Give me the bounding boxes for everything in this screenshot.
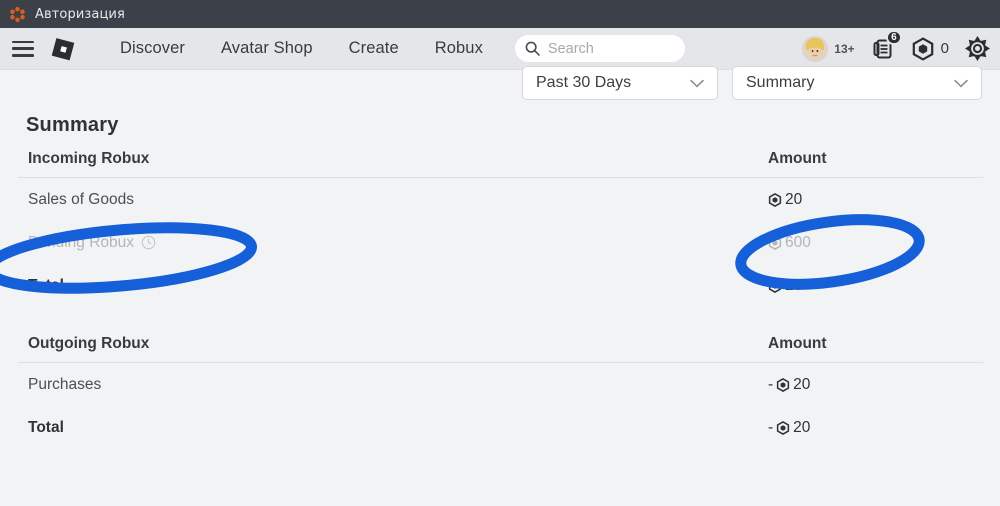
roblox-logo-icon[interactable] [50,35,78,63]
row-label-incoming-total: Total [28,276,64,294]
table-row: Pending Robux 600 [18,221,983,264]
robux-icon [912,36,933,61]
nav-link-robux[interactable]: Robux [417,39,501,58]
table-row: Sales of Goods 20 [18,178,983,221]
table-row: Purchases - 20 [18,363,983,406]
robux-icon [777,377,790,392]
row-amount-incoming-total: 20 [768,277,973,295]
gear-icon[interactable] [965,36,990,61]
search-placeholder: Search [547,40,594,57]
notifications-count-badge: 6 [886,29,902,45]
chevron-down-icon [690,79,704,88]
search-input[interactable]: Search [514,35,685,62]
row-amount-value: 20 [785,276,803,294]
row-amount-value: 600 [785,233,811,251]
nav-link-avatar-shop[interactable]: Avatar Shop [203,39,331,58]
hamburger-icon[interactable] [12,40,34,57]
robux-balance[interactable]: 0 [911,36,949,61]
clock-icon[interactable] [141,235,156,250]
row-amount-outgoing-total: - 20 [768,419,973,437]
row-label-purchases: Purchases [28,375,102,393]
row-label-text: Pending Robux [28,233,134,251]
row-amount-value: 20 [785,190,803,208]
row-amount-purchases: - 20 [768,376,973,394]
robux-icon [768,192,782,207]
row-label-pending-robux: Pending Robux [28,234,156,252]
table-row: Total - 20 [18,406,983,449]
period-dropdown[interactable]: Past 30 Days [522,66,718,100]
robux-balance-amount: 0 [940,40,949,57]
search-icon [525,41,540,56]
row-amount-value: 20 [793,375,811,393]
robux-icon [768,235,782,250]
row-amount-pending-robux: 600 [768,234,973,252]
row-amount-value: 20 [793,418,811,436]
row-label-outgoing-total: Total [28,418,64,436]
avatar[interactable] [802,35,829,62]
nav-links: Discover Avatar Shop Create Robux [102,39,501,58]
robux-icon [768,278,782,293]
page-body: Past 30 Days Summary Summary Incoming Ro… [0,66,1000,506]
row-label-sales-of-goods: Sales of Goods [28,190,134,208]
table-row: Total 20 [18,264,983,307]
incoming-table-header: Incoming Robux Amount [18,150,983,178]
flower-icon [10,6,25,22]
page-title: Summary [26,114,119,136]
negative-sign: - [768,418,774,436]
nav-right-cluster: 13+ 6 0 [802,29,1000,62]
window-titlebar: Авторизация [0,0,1000,28]
outgoing-header-label: Outgoing Robux [28,335,150,352]
incoming-header-label: Incoming Robux [28,150,150,167]
nav-link-create[interactable]: Create [331,39,417,58]
row-amount-sales-of-goods: 20 [768,191,973,209]
robux-icon [777,420,790,435]
chevron-down-icon [954,79,968,88]
summary-table: Incoming Robux Amount Sales of Goods 20 … [18,150,983,449]
age-badge: 13+ [834,41,855,56]
top-navigation-bar: Discover Avatar Shop Create Robux Search [0,28,1000,70]
outgoing-header-amount: Amount [768,335,827,352]
screen: Авторизация Discover Avatar Shop Create … [0,0,1000,506]
outgoing-table-header: Outgoing Robux Amount [18,335,983,363]
view-dropdown[interactable]: Summary [732,66,982,100]
incoming-header-amount: Amount [768,150,827,167]
negative-sign: - [768,375,774,393]
filter-controls: Past 30 Days Summary [522,66,982,100]
period-dropdown-label: Past 30 Days [536,74,632,91]
nav-link-discover[interactable]: Discover [102,39,203,58]
notifications-icon[interactable]: 6 [871,29,902,61]
window-title: Авторизация [35,6,125,22]
view-dropdown-label: Summary [746,74,815,91]
